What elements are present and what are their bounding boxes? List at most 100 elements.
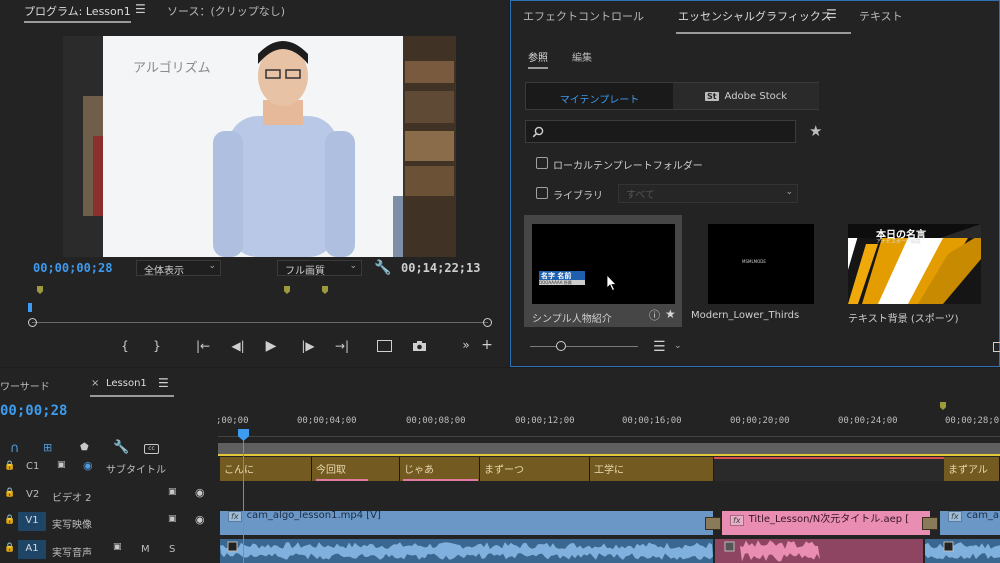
program-video-frame: アルゴリズム xyxy=(63,36,456,257)
close-icon[interactable]: × xyxy=(91,378,99,389)
mute-button[interactable]: M xyxy=(141,544,150,555)
zoom-select[interactable]: 全体表示 ⌄ xyxy=(136,260,221,277)
template-search-input[interactable] xyxy=(525,120,796,143)
timeline-timecode[interactable]: 00;00;28 xyxy=(0,403,67,419)
captions-icon[interactable]: cc xyxy=(144,444,159,454)
tab-workspace[interactable]: ワーサード xyxy=(0,378,50,393)
tab-program[interactable]: プログラム: Lesson1 xyxy=(24,3,131,23)
toggle-output-icon[interactable]: ▣ xyxy=(113,542,122,552)
tab-sequence[interactable]: Lesson1 xyxy=(106,378,147,389)
go-to-in-button[interactable]: |← xyxy=(192,339,214,353)
caption-gap xyxy=(714,457,944,481)
work-area-bar[interactable] xyxy=(218,443,1000,454)
transition-icon[interactable] xyxy=(705,517,721,530)
timeline-playhead-handle[interactable] xyxy=(238,429,249,441)
slider-handle[interactable] xyxy=(556,341,566,351)
caption-clip[interactable]: 工学に xyxy=(590,457,714,481)
toggle-output-icon[interactable]: ▣ xyxy=(57,460,66,470)
chevron-down-icon[interactable]: ⌄ xyxy=(674,341,682,351)
add-button[interactable]: + xyxy=(478,337,496,353)
step-back-button[interactable]: ◀| xyxy=(227,339,249,353)
ruler-ticks-bar[interactable] xyxy=(218,427,1000,437)
adobe-stock-button[interactable]: St Adobe Stock xyxy=(673,83,819,109)
wrench-icon[interactable]: 🔧 xyxy=(113,440,129,455)
subtab-browse[interactable]: 参照 xyxy=(528,49,548,69)
camera-icon[interactable] xyxy=(412,340,427,352)
zoom-handle-left[interactable] xyxy=(28,318,37,327)
star-icon[interactable]: ★ xyxy=(665,307,676,321)
ruler-tick-label: 00;00;20;00 xyxy=(730,416,790,426)
linked-selection-icon[interactable]: ⊞ xyxy=(43,441,52,454)
tab-source[interactable]: ソース：(クリップなし) xyxy=(167,3,285,19)
lock-icon[interactable]: 🔒 xyxy=(4,543,15,553)
sort-menu-icon[interactable]: ☰ xyxy=(653,339,666,355)
eye-icon[interactable]: ◉ xyxy=(195,486,205,499)
panel-menu-icon[interactable]: ☰ xyxy=(135,2,146,16)
video-clip[interactable]: fx cam_a xyxy=(940,511,1000,535)
more-button[interactable]: » xyxy=(457,338,475,352)
program-current-timecode[interactable]: 00;00;00;28 xyxy=(33,261,112,275)
tab-essential-graphics[interactable]: エッセンシャルグラフィックス xyxy=(675,8,852,34)
playhead-small[interactable] xyxy=(28,303,32,312)
panel-menu-icon[interactable]: ☰ xyxy=(158,376,169,390)
clip-label: Title_Lesson/N次元タイトル.aep [ xyxy=(748,514,910,525)
step-forward-button[interactable]: |▶ xyxy=(297,339,319,353)
quality-select[interactable]: フル画質 ⌄ xyxy=(277,260,362,277)
safe-margins-icon[interactable] xyxy=(377,340,392,352)
subtab-edit[interactable]: 編集 xyxy=(572,49,592,64)
template-thumbnail[interactable]: MSMLMODE xyxy=(708,224,814,304)
audio-waveform-track[interactable] xyxy=(220,539,1000,563)
timeline-marker[interactable] xyxy=(940,402,946,410)
zoom-handle-right[interactable] xyxy=(483,318,492,327)
transition-icon[interactable] xyxy=(922,517,938,530)
eye-icon[interactable]: ◉ xyxy=(195,513,205,526)
marker[interactable] xyxy=(37,286,43,294)
new-item-icon[interactable] xyxy=(993,342,1000,352)
mark-in-button[interactable]: { xyxy=(116,339,134,353)
library-checkbox[interactable] xyxy=(536,187,548,199)
solo-button[interactable]: S xyxy=(169,544,175,555)
marker[interactable] xyxy=(284,286,290,294)
eye-off-icon[interactable]: ◉ xyxy=(83,459,93,472)
tab-effect-controls[interactable]: エフェクトコントロール xyxy=(523,8,644,24)
caption-clip[interactable]: まずアル xyxy=(944,457,1000,481)
caption-clip[interactable]: まずーつ xyxy=(480,457,590,481)
lock-icon[interactable]: 🔒 xyxy=(4,488,15,498)
fx-badge: fx xyxy=(730,515,744,526)
ruler-tick-label: ;00;00 xyxy=(216,416,249,426)
go-to-out-button[interactable]: →| xyxy=(331,339,353,353)
panel-menu-icon[interactable]: ☰ xyxy=(826,7,837,21)
track-name: ビデオ 2 xyxy=(52,493,92,504)
toggle-output-icon[interactable]: ▣ xyxy=(168,487,177,497)
toggle-output-icon[interactable]: ▣ xyxy=(168,514,177,524)
track-target-a1[interactable]: A1 xyxy=(18,540,46,559)
lock-icon[interactable]: 🔒 xyxy=(4,515,15,525)
template-thumbnail[interactable]: 名字 名前 OOOAAAAA 所属 xyxy=(532,224,675,304)
track-id: V2 xyxy=(26,489,40,500)
graphics-clip[interactable]: fx Title_Lesson/N次元タイトル.aep [ xyxy=(722,511,930,535)
my-templates-button[interactable]: マイテンプレート xyxy=(526,83,673,109)
tab-text[interactable]: テキスト xyxy=(859,8,903,24)
marker[interactable] xyxy=(322,286,328,294)
track-header-a1: 🔒 A1 実写音声 ▣ M S xyxy=(0,538,218,562)
fx-badge: fx xyxy=(948,511,962,522)
wrench-icon[interactable]: 🔧 xyxy=(374,260,391,276)
play-button[interactable]: ▶ xyxy=(262,338,280,354)
caption-clip[interactable]: 今回取 xyxy=(312,457,400,481)
star-filter-icon[interactable]: ★ xyxy=(809,122,822,140)
caption-clip[interactable]: じゃあ xyxy=(400,457,480,481)
track-target-v1[interactable]: V1 xyxy=(18,512,46,531)
add-marker-icon[interactable]: ⬟ xyxy=(80,442,89,453)
template-thumbnail[interactable]: 本日の名言 アナビスポーツ編集 xyxy=(848,224,981,304)
library-select[interactable]: すべて ⌄ xyxy=(618,184,798,203)
lock-icon[interactable]: 🔒 xyxy=(4,461,15,471)
snap-icon[interactable]: ∩ xyxy=(10,441,20,456)
mark-out-button[interactable]: } xyxy=(148,339,166,353)
local-templates-checkbox[interactable] xyxy=(536,157,548,169)
caption-clip[interactable]: こんに xyxy=(220,457,312,481)
clip-label: cam_algo_lesson1.mp4 [V] xyxy=(246,511,381,521)
thumbnail-size-slider[interactable] xyxy=(530,346,638,347)
zoom-scroll-track[interactable] xyxy=(32,322,488,323)
info-icon[interactable]: ⓘ xyxy=(649,307,660,323)
video-clip[interactable]: fx cam_algo_lesson1.mp4 [V] xyxy=(220,511,713,535)
